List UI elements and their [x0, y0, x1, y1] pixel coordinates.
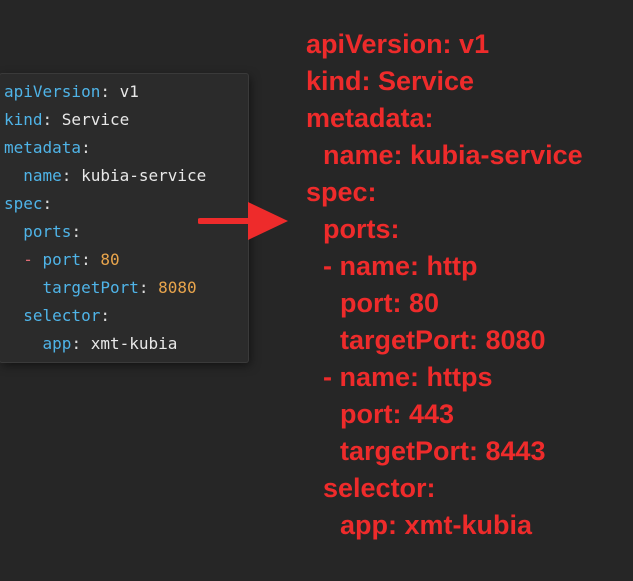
annotation-line: ports: [323, 214, 400, 244]
code-line: name: kubia-service [4, 162, 206, 190]
code-separator: : [61, 166, 82, 185]
code-line: ports: [4, 218, 81, 246]
annotation-line: name: kubia-service [323, 140, 583, 170]
code-separator: : [42, 194, 53, 213]
code-value: kubia-service [81, 166, 207, 185]
code-line: apiVersion: v1 [4, 78, 139, 106]
code-separator: : [81, 250, 101, 269]
code-separator: : [100, 306, 110, 325]
code-line: app: xmt-kubia [4, 330, 178, 358]
annotation-line: port: 80 [340, 288, 440, 318]
code-key: kind [4, 110, 43, 129]
code-key: metadata [4, 138, 82, 157]
code-separator: : [81, 138, 91, 157]
code-key: selector [23, 306, 101, 325]
code-line: - port: 80 [4, 246, 120, 274]
annotation-line: app: xmt-kubia [340, 510, 533, 540]
code-list-dash: - [23, 250, 43, 269]
code-separator: : [100, 82, 120, 101]
code-value: 80 [100, 250, 120, 269]
annotation-line: targetPort: 8443 [340, 436, 546, 466]
code-key: spec [4, 194, 43, 213]
code-value: 8080 [158, 278, 197, 297]
code-line: targetPort: 8080 [4, 274, 197, 302]
annotation-line: port: 443 [340, 399, 455, 429]
annotation-line: - name: http [323, 251, 478, 281]
code-line: metadata: [4, 134, 91, 162]
code-key: name [23, 166, 62, 185]
annotation-line: kind: Service [306, 66, 475, 96]
code-key: targetPort [42, 278, 139, 297]
annotation-line: - name: https [323, 362, 493, 392]
code-value: v1 [119, 82, 139, 101]
annotation-line: apiVersion: v1 [306, 29, 490, 59]
code-separator: : [71, 334, 91, 353]
code-separator: : [138, 278, 159, 297]
code-line: selector: [4, 302, 110, 330]
code-value: xmt-kubia [90, 334, 178, 353]
code-separator: : [71, 222, 82, 241]
code-separator: : [42, 110, 62, 129]
code-key: ports [23, 222, 72, 241]
annotation-line: selector: [323, 473, 436, 503]
code-key: port [42, 250, 82, 269]
annotation-line: targetPort: 8080 [340, 325, 546, 355]
annotation-line: metadata: [306, 103, 434, 133]
code-key: app [42, 334, 72, 353]
code-line: kind: Service [4, 106, 129, 134]
right-arrow-icon [197, 200, 290, 248]
code-line: spec: [4, 190, 52, 218]
code-key: apiVersion [4, 82, 101, 101]
annotation-line: spec: [306, 177, 377, 207]
code-value: Service [61, 110, 130, 129]
